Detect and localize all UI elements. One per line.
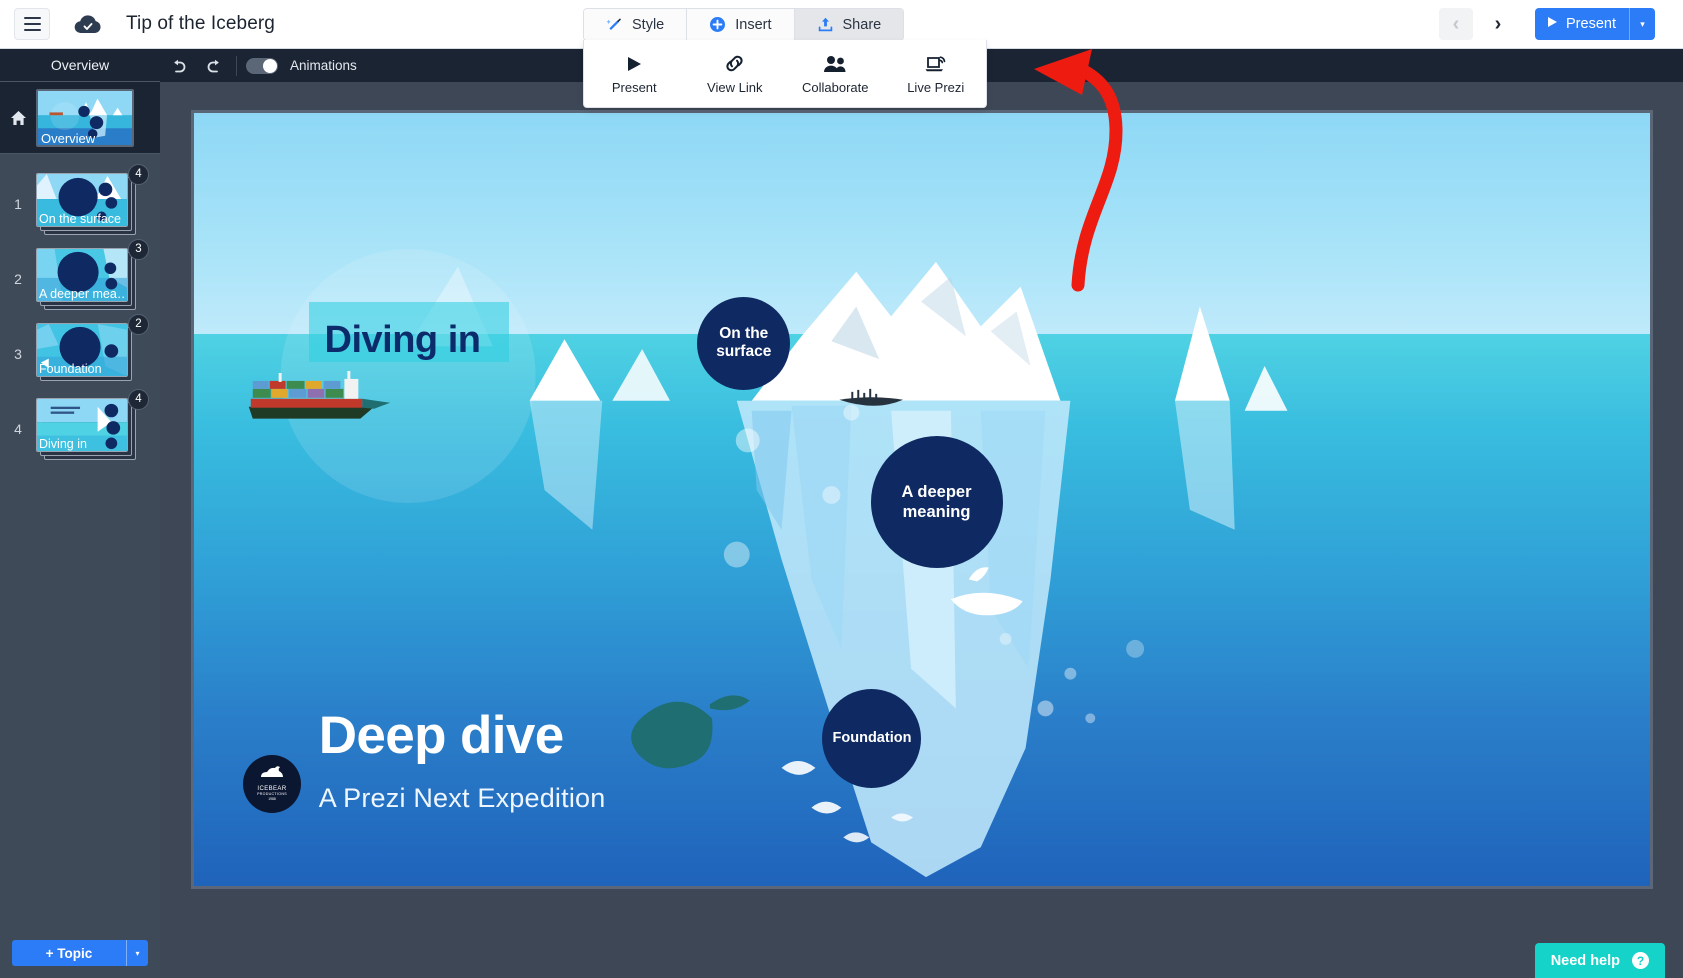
topic-bubble-a-deeper-meaning[interactable]: A deeper meaning [870, 436, 1003, 569]
sidebar-item-overview[interactable]: Overview [0, 82, 160, 154]
tab-style-label: Style [632, 16, 665, 33]
share-menu-item-live-prezi-label: Live Prezi [907, 79, 965, 95]
slide-number: 1 [14, 195, 22, 212]
share-menu-item-live-prezi[interactable]: Live Prezi [886, 40, 987, 107]
topic-bubble-foundation[interactable]: Foundation [822, 688, 922, 788]
slide-canvas[interactable]: Diving in On the surface A deeper meaning … [190, 110, 1653, 889]
upload-icon [817, 16, 834, 33]
tab-share[interactable]: Share [794, 9, 904, 40]
sidebar-slide-item[interactable]: 2 A deeper mea… 3 [0, 238, 160, 316]
topic-bubble-on-the-surface[interactable]: On the surface [697, 296, 791, 390]
slide-thumbnail[interactable]: Foundation [36, 322, 128, 377]
logo-year: 1988 [268, 797, 276, 802]
tab-insert[interactable]: Insert [687, 9, 795, 40]
present-dropdown-caret[interactable]: ▾ [1629, 8, 1655, 40]
diving-in-text[interactable]: Diving in [325, 319, 481, 362]
cloud-saved-icon[interactable] [74, 12, 104, 36]
slide-main-title[interactable]: Deep dive [319, 705, 565, 766]
topic-bubble-label: On the surface [716, 324, 772, 361]
redo-arrow-icon[interactable] [196, 49, 232, 82]
share-menu-item-present[interactable]: Present [584, 40, 685, 107]
play-icon [1547, 16, 1558, 32]
slide-number: 2 [14, 270, 22, 287]
slide-step-count-badge: 3 [128, 238, 149, 260]
slide-number: 3 [14, 345, 22, 362]
slide-thumbnail[interactable]: A deeper mea… [36, 247, 128, 302]
sidebar-header: Overview [0, 49, 160, 82]
nav-arrows: ‹ › [1439, 8, 1515, 40]
present-button-label: Present [1566, 16, 1616, 32]
share-menu-item-present-label: Present [611, 79, 657, 95]
next-topic-button[interactable]: › [1481, 8, 1515, 40]
tab-share-label: Share [842, 16, 882, 33]
slide-thumbnail-title: On the surface [39, 211, 121, 226]
slide-thumbnail[interactable]: On the surface [36, 172, 128, 227]
sidebar-slide-item[interactable]: 3 Foundation 2 [0, 313, 160, 391]
undo-arrow-icon[interactable] [160, 49, 196, 82]
question-mark-icon: ? [1632, 952, 1649, 969]
topic-bubble-label: A deeper meaning [901, 482, 972, 522]
logo-subtitle: PRODUCTIONS [257, 792, 287, 797]
plus-circle-icon [709, 16, 726, 33]
polar-bear-icon [259, 766, 285, 784]
sidebar-slide-item[interactable]: 4 Diving in 4 [0, 388, 160, 466]
icebear-logo-badge[interactable]: ICEBEAR PRODUCTIONS 1988 [243, 754, 301, 813]
share-menu-item-view-link[interactable]: View Link [685, 40, 786, 107]
tab-style[interactable]: Style [584, 9, 688, 40]
overview-thumbnail-label: Overview [41, 130, 96, 146]
slide-step-count-badge: 4 [128, 163, 149, 185]
prev-topic-button[interactable]: ‹ [1439, 8, 1473, 40]
slides-sidebar: Overview Overview 1 On the surface 4 2 A… [0, 49, 160, 978]
animations-toggle[interactable] [246, 57, 278, 74]
prezi-editor-window: Tip of the Iceberg Style Insert Share ‹ … [0, 0, 1683, 978]
animations-label: Animations [290, 58, 357, 73]
share-menu-item-collaborate[interactable]: Collaborate [785, 40, 886, 107]
sidebar-slide-list: 1 On the surface 4 2 A deeper mea… 3 3 F… [0, 154, 160, 978]
toolbar-divider [236, 55, 237, 76]
share-menu-item-view-link-label: View Link [707, 79, 763, 95]
slide-subtitle[interactable]: A Prezi Next Expedition [319, 783, 606, 814]
laptop-broadcast-icon [924, 53, 948, 73]
slide-thumbnail[interactable]: Diving in [36, 397, 128, 452]
slide-thumbnail-title: A deeper mea… [39, 286, 124, 301]
slide-thumbnail-title: Diving in [39, 436, 87, 451]
add-topic-label: + Topic [12, 940, 126, 966]
slide-number: 4 [14, 420, 22, 437]
toolbar-tabs: Style Insert Share [583, 8, 905, 41]
share-menu-item-collaborate-label: Collaborate [802, 79, 869, 95]
add-topic-button[interactable]: + Topic ▾ [12, 940, 148, 966]
canvas-area[interactable]: Diving in On the surface A deeper meaning … [160, 82, 1683, 978]
tab-insert-label: Insert [735, 16, 772, 33]
document-title[interactable]: Tip of the Iceberg [126, 13, 275, 35]
add-topic-caret[interactable]: ▾ [126, 940, 148, 966]
present-button[interactable]: Present ▾ [1535, 8, 1655, 40]
share-dropdown-menu: Present View Link Collaborate Live Prezi [583, 40, 987, 108]
slide-step-count-badge: 4 [128, 388, 149, 410]
slide-thumbnail-title: Foundation [39, 361, 102, 376]
home-icon [0, 110, 36, 126]
topic-bubble-label: Foundation [832, 729, 912, 746]
animations-toggle-knob [263, 58, 277, 73]
play-icon [626, 53, 643, 73]
people-icon [823, 53, 848, 73]
slide-step-count-badge: 2 [128, 313, 149, 335]
sidebar-slide-item[interactable]: 1 On the surface 4 [0, 163, 160, 241]
magic-wand-icon [606, 16, 623, 33]
hamburger-menu-icon[interactable] [14, 8, 50, 40]
need-help-button[interactable]: Need help ? [1534, 943, 1665, 978]
link-icon [724, 53, 745, 73]
need-help-label: Need help [1550, 952, 1620, 969]
